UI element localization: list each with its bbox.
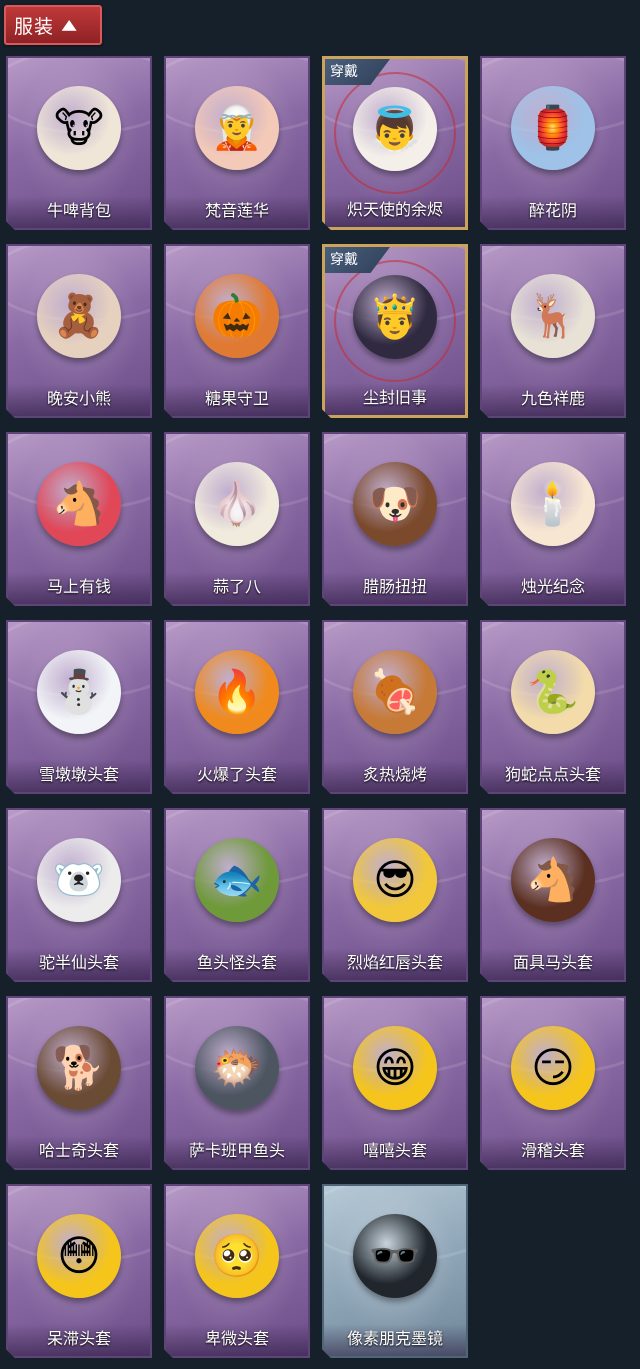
- outfit-item-card[interactable]: 😏 滑稽头套: [480, 996, 626, 1170]
- outfit-item-label: 面具马头套: [482, 948, 624, 980]
- outfit-item-icon: 😁: [353, 1026, 437, 1110]
- outfit-item-label: 炽天使的余烬: [325, 195, 465, 227]
- outfit-item-card[interactable]: 🦌 九色祥鹿: [480, 244, 626, 418]
- outfit-item-icon: 😏: [511, 1026, 595, 1110]
- outfit-item-icon: 🍖: [353, 650, 437, 734]
- outfit-item-label: 尘封旧事: [325, 383, 465, 415]
- outfit-item-icon: 🐕: [37, 1026, 121, 1110]
- outfit-item-icon: 🐻‍❄️: [37, 838, 121, 922]
- outfit-item-icon: ⛄: [37, 650, 121, 734]
- outfit-item-card[interactable]: 🐮 牛啤背包: [6, 56, 152, 230]
- outfit-item-icon: 🐟: [195, 838, 279, 922]
- outfit-item-label: 腊肠扭扭: [324, 572, 466, 604]
- outfit-item-icon: 🧝: [195, 86, 279, 170]
- outfit-item-icon: 😎: [353, 838, 437, 922]
- outfit-item-label: 萨卡班甲鱼头: [166, 1136, 308, 1168]
- outfit-item-card[interactable]: ⛄ 雪墩墩头套: [6, 620, 152, 794]
- outfit-item-label: 驼半仙头套: [8, 948, 150, 980]
- outfit-item-card[interactable]: 🔥 火爆了头套: [164, 620, 310, 794]
- outfit-item-label: 九色祥鹿: [482, 384, 624, 416]
- outfit-item-label: 嘻嘻头套: [324, 1136, 466, 1168]
- outfit-item-card[interactable]: 🐴 面具马头套: [480, 808, 626, 982]
- outfit-item-label: 滑稽头套: [482, 1136, 624, 1168]
- outfit-item-label: 哈士奇头套: [8, 1136, 150, 1168]
- outfit-item-card[interactable]: 😁 嘻嘻头套: [322, 996, 468, 1170]
- outfit-item-icon: 🎃: [195, 274, 279, 358]
- outfit-item-label: 卑微头套: [166, 1324, 308, 1356]
- outfit-item-card[interactable]: 🏮 醉花阴: [480, 56, 626, 230]
- outfit-item-card[interactable]: 🍖 炙热烧烤: [322, 620, 468, 794]
- outfit-item-card[interactable]: 🎃 糖果守卫: [164, 244, 310, 418]
- outfit-item-icon: 🔥: [195, 650, 279, 734]
- outfit-item-label: 呆滞头套: [8, 1324, 150, 1356]
- outfit-item-label: 雪墩墩头套: [8, 760, 150, 792]
- outfit-item-card[interactable]: 🧸 晚安小熊: [6, 244, 152, 418]
- outfit-item-label: 火爆了头套: [166, 760, 308, 792]
- outfit-item-card[interactable]: 🐍 狗蛇点点头套: [480, 620, 626, 794]
- outfit-section-toggle[interactable]: 服装 ▲: [4, 5, 102, 45]
- outfit-item-icon: 🦌: [511, 274, 595, 358]
- outfit-item-icon: 🧄: [195, 462, 279, 546]
- outfit-item-card[interactable]: 🕯️ 烛光纪念: [480, 432, 626, 606]
- outfit-item-card[interactable]: 🐶 腊肠扭扭: [322, 432, 468, 606]
- outfit-item-label: 烛光纪念: [482, 572, 624, 604]
- outfit-item-icon: 😳: [37, 1214, 121, 1298]
- outfit-item-card[interactable]: 🥺 卑微头套: [164, 1184, 310, 1358]
- outfit-item-card[interactable]: 🐟 鱼头怪头套: [164, 808, 310, 982]
- outfit-item-label: 狗蛇点点头套: [482, 760, 624, 792]
- outfit-item-card[interactable]: 🕶️ 像素朋克墨镜: [322, 1184, 468, 1358]
- outfit-item-card[interactable]: 🤴 穿戴 尘封旧事: [322, 244, 468, 418]
- outfit-item-label: 烈焰红唇头套: [324, 948, 466, 980]
- outfit-item-icon: 🕶️: [353, 1214, 437, 1298]
- outfit-item-label: 糖果守卫: [166, 384, 308, 416]
- outfit-item-card[interactable]: 😎 烈焰红唇头套: [322, 808, 468, 982]
- outfit-grid: 🐮 牛啤背包 🧝 梵音莲华 👼 穿戴 炽天使的余烬 🏮 醉花阴 🧸 晚安小熊 🎃 糖果守卫 🤴 穿戴 尘封旧事…: [6, 56, 626, 1358]
- outfit-item-label: 像素朋克墨镜: [324, 1324, 466, 1356]
- outfit-item-card[interactable]: 🧝 梵音莲华: [164, 56, 310, 230]
- outfit-item-label: 晚安小熊: [8, 384, 150, 416]
- outfit-item-label: 马上有钱: [8, 572, 150, 604]
- outfit-item-icon: 🐡: [195, 1026, 279, 1110]
- outfit-item-card[interactable]: 🧄 蒜了八: [164, 432, 310, 606]
- outfit-item-card[interactable]: 🐻‍❄️ 驼半仙头套: [6, 808, 152, 982]
- outfit-item-icon: 🤴: [353, 275, 437, 359]
- outfit-item-card[interactable]: 🐡 萨卡班甲鱼头: [164, 996, 310, 1170]
- chevron-up-icon: ▲: [61, 17, 79, 33]
- outfit-item-icon: 🕯️: [511, 462, 595, 546]
- outfit-item-card[interactable]: 🐴 马上有钱: [6, 432, 152, 606]
- outfit-item-label: 牛啤背包: [8, 196, 150, 228]
- outfit-item-icon: 🧸: [37, 274, 121, 358]
- section-title: 服装: [14, 15, 55, 38]
- outfit-item-icon: 🐍: [511, 650, 595, 734]
- outfit-item-icon: 🏮: [511, 86, 595, 170]
- outfit-item-card[interactable]: 👼 穿戴 炽天使的余烬: [322, 56, 468, 230]
- outfit-item-label: 醉花阴: [482, 196, 624, 228]
- outfit-item-label: 蒜了八: [166, 572, 308, 604]
- outfit-item-icon: 👼: [353, 87, 437, 171]
- outfit-item-card[interactable]: 😳 呆滞头套: [6, 1184, 152, 1358]
- outfit-item-icon: 🐮: [37, 86, 121, 170]
- outfit-item-card[interactable]: 🐕 哈士奇头套: [6, 996, 152, 1170]
- outfit-item-icon: 🐴: [511, 838, 595, 922]
- outfit-item-label: 鱼头怪头套: [166, 948, 308, 980]
- outfit-item-icon: 🐴: [37, 462, 121, 546]
- outfit-item-label: 炙热烧烤: [324, 760, 466, 792]
- outfit-item-icon: 🥺: [195, 1214, 279, 1298]
- outfit-item-icon: 🐶: [353, 462, 437, 546]
- outfit-item-label: 梵音莲华: [166, 196, 308, 228]
